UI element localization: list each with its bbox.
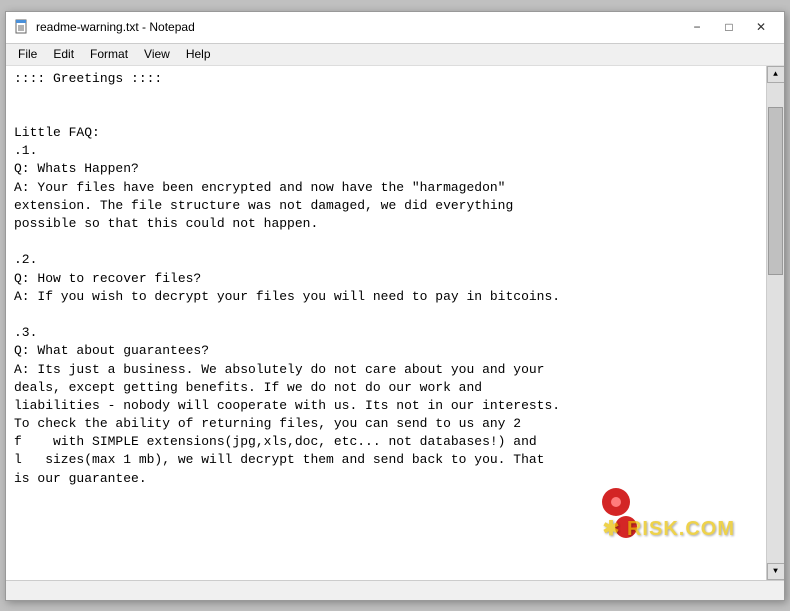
menu-bar: File Edit Format View Help [6,44,784,66]
window-title: readme-warning.txt - Notepad [36,20,195,34]
title-bar: readme-warning.txt - Notepad − □ ✕ [6,12,784,44]
menu-view[interactable]: View [136,45,178,63]
title-buttons: − □ ✕ [682,17,776,37]
vertical-scrollbar[interactable]: ▲ ▼ [766,66,784,580]
menu-format[interactable]: Format [82,45,136,63]
minimize-button[interactable]: − [682,17,712,37]
menu-edit[interactable]: Edit [45,45,82,63]
scroll-track[interactable] [767,83,784,563]
scroll-thumb[interactable] [768,107,783,275]
title-bar-left: readme-warning.txt - Notepad [14,19,195,35]
menu-help[interactable]: Help [178,45,219,63]
close-button[interactable]: ✕ [746,17,776,37]
notepad-window: readme-warning.txt - Notepad − □ ✕ File … [5,11,785,601]
text-editor[interactable]: :::: Greetings :::: Little FAQ: .1. Q: W… [6,66,766,580]
scroll-down-button[interactable]: ▼ [767,563,785,580]
scroll-up-button[interactable]: ▲ [767,66,785,83]
menu-file[interactable]: File [10,45,45,63]
maximize-button[interactable]: □ [714,17,744,37]
content-area: :::: Greetings :::: Little FAQ: .1. Q: W… [6,66,784,580]
app-icon [14,19,30,35]
status-bar [6,580,784,600]
